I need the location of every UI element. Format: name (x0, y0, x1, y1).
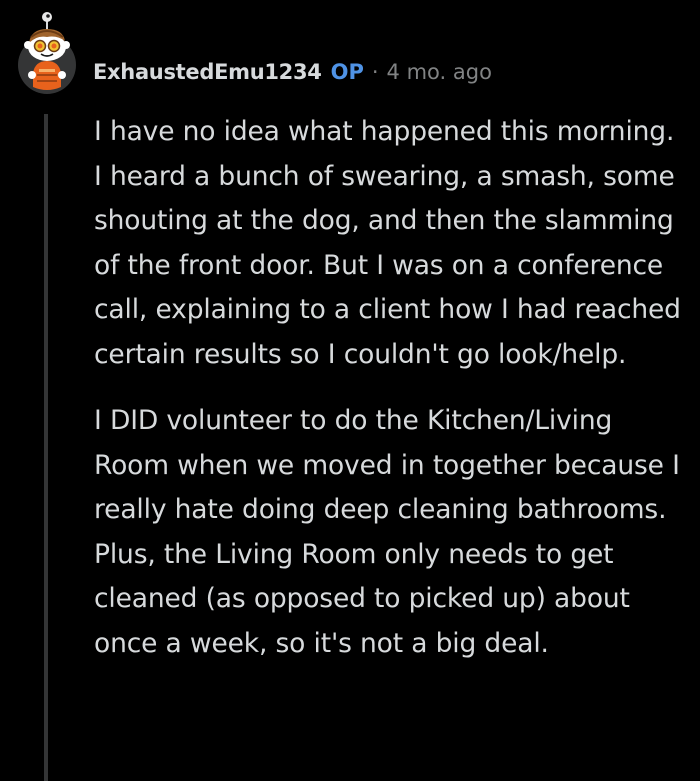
comment-meta: ExhaustedEmu1234 OP · 4 mo. ago (93, 55, 492, 89)
meta-separator: · (371, 60, 379, 84)
comment: ExhaustedEmu1234 OP · 4 mo. ago I have n… (0, 0, 700, 781)
thread-collapse-line[interactable] (44, 114, 48, 781)
comment-timestamp[interactable]: 4 mo. ago (387, 60, 492, 84)
author-username[interactable]: ExhaustedEmu1234 (93, 60, 322, 84)
comment-body: I have no idea what happened this mornin… (94, 110, 684, 666)
op-badge: OP (330, 60, 364, 84)
comment-paragraph: I have no idea what happened this mornin… (94, 116, 681, 370)
comment-paragraph: I DID volunteer to do the Kitchen/Living… (94, 405, 680, 659)
snoo-avatar-icon[interactable] (17, 11, 77, 95)
